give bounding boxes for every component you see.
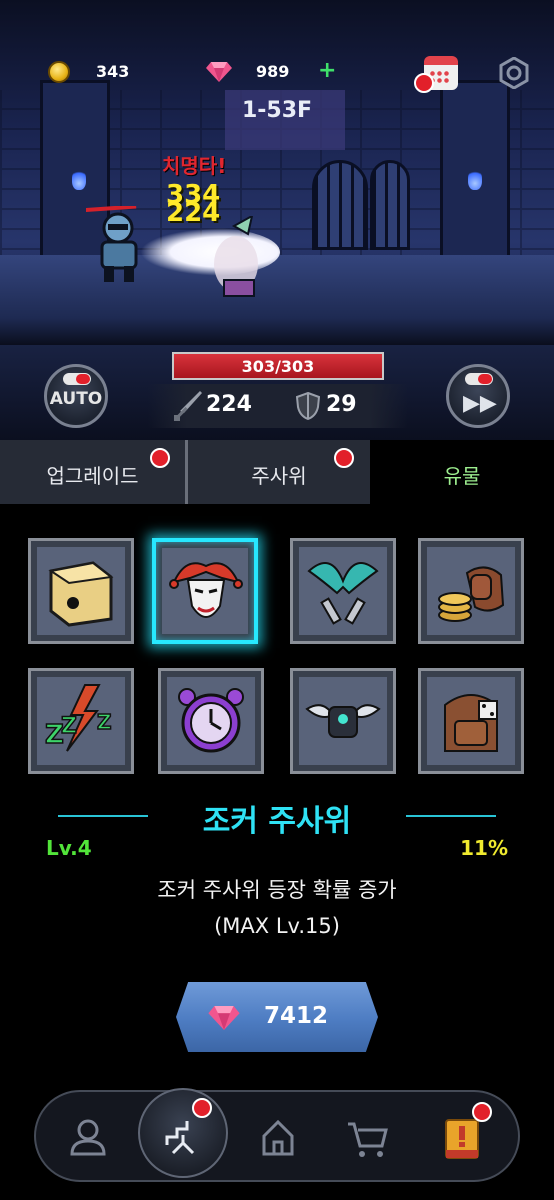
torch-icon xyxy=(72,168,86,190)
relic-slot[interactable] xyxy=(158,668,264,774)
defense-value: 29 xyxy=(326,392,357,417)
notification-dot xyxy=(150,448,170,468)
dice-backpack-icon xyxy=(444,694,498,752)
auto-battle-button[interactable]: AUTO xyxy=(44,364,108,428)
title-divider-right xyxy=(406,815,496,817)
gem-icon xyxy=(208,1006,240,1030)
relic-slot[interactable] xyxy=(290,538,396,644)
shield-icon xyxy=(296,392,320,420)
jester-mask-icon xyxy=(169,562,243,618)
speed-button[interactable]: ▶▶ xyxy=(446,364,510,428)
tab-bar: 업그레이드 주사위 유물 xyxy=(0,440,554,504)
gear-icon[interactable] xyxy=(498,57,530,89)
attack-value: 224 xyxy=(206,392,252,417)
enemy-monster xyxy=(214,216,258,297)
relic-slot[interactable] xyxy=(28,538,134,644)
enemy-hp-bar: 303/303 xyxy=(172,352,384,380)
sword-icon xyxy=(174,391,202,421)
relic-description: 조커 주사위 등장 확률 증가 xyxy=(157,878,397,902)
relic-name: 조커 주사위 xyxy=(202,804,352,839)
profile-icon xyxy=(70,1119,106,1156)
relic-percent: 11% xyxy=(460,836,508,860)
relic-slot[interactable] xyxy=(290,668,396,774)
svg-text:Z: Z xyxy=(97,710,112,734)
notification-dot xyxy=(334,448,354,468)
add-gems-button[interactable]: + xyxy=(318,58,336,83)
relic-slot[interactable] xyxy=(418,668,524,774)
gem-icon xyxy=(206,62,232,82)
coin-count: 343 xyxy=(96,62,130,81)
coin-fist-icon xyxy=(438,566,505,622)
player-stats: 224 29 xyxy=(148,384,408,428)
upgrade-cost: 7412 xyxy=(264,1003,329,1029)
home-icon xyxy=(262,1119,294,1156)
torch-icon xyxy=(468,168,482,190)
critical-hit-text: 치명타! xyxy=(162,154,227,178)
tab-relic-label: 유물 xyxy=(443,464,481,488)
enemy-hp-text: 303/303 xyxy=(241,357,315,376)
lightning-zzz-icon: Z Z Z xyxy=(44,684,112,752)
gem-count: 989 xyxy=(256,62,290,81)
golden-die-icon xyxy=(48,561,114,627)
notification-dot xyxy=(192,1098,212,1118)
relic-slot[interactable]: Z Z Z xyxy=(28,668,134,774)
calendar-button[interactable] xyxy=(414,56,458,93)
stage-label: 1-53F xyxy=(241,98,313,123)
nav-shop[interactable] xyxy=(340,1110,396,1166)
nav-profile[interactable] xyxy=(60,1110,116,1166)
coin-icon xyxy=(48,61,70,83)
winged-cube-icon xyxy=(305,704,381,738)
currency-bar: 343 989 + xyxy=(0,56,554,93)
relic-level: Lv.4 xyxy=(46,836,92,860)
auto-label: AUTO xyxy=(49,389,103,409)
castle-window xyxy=(312,160,368,250)
dungeon-floor xyxy=(0,255,554,345)
crossed-blades-icon xyxy=(307,562,379,625)
svg-text:Z: Z xyxy=(61,714,77,739)
upgrade-relic-button[interactable]: 7412 xyxy=(176,982,378,1052)
fast-forward-icon: ▶▶ xyxy=(463,391,497,416)
notification-dot xyxy=(472,1102,492,1122)
relic-slot-selected[interactable] xyxy=(152,538,258,644)
bottom-nav xyxy=(34,1088,520,1182)
tab-upgrade[interactable]: 업그레이드 xyxy=(0,440,185,504)
nav-home[interactable] xyxy=(250,1110,306,1166)
relic-max-level: (MAX Lv.15) xyxy=(214,914,340,938)
alarm-clock-icon xyxy=(178,688,244,753)
nav-dungeon[interactable] xyxy=(138,1088,228,1178)
castle-window xyxy=(370,160,410,250)
cart-icon xyxy=(348,1122,388,1157)
notification-dot xyxy=(414,73,434,93)
tab-relic[interactable]: 유물 xyxy=(370,440,554,504)
tab-dice[interactable]: 주사위 xyxy=(185,440,370,504)
relic-slot[interactable] xyxy=(418,538,524,644)
battle-scene: 343 989 + 1-53F 치명타! 334 224 303/303 AUT… xyxy=(0,0,554,440)
nav-quest[interactable] xyxy=(434,1102,492,1166)
speed-toggle-icon xyxy=(465,373,493,385)
auto-toggle-icon xyxy=(63,373,91,385)
